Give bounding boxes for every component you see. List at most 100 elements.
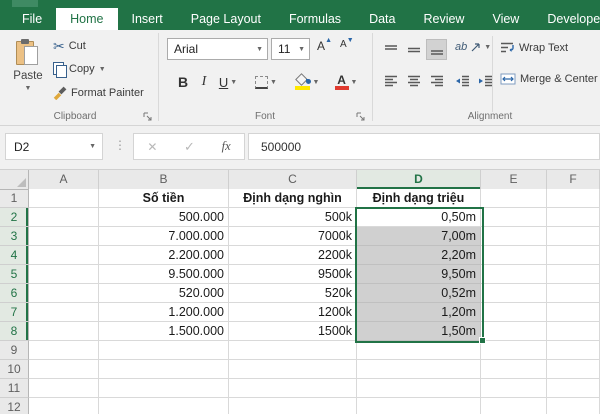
tab-developer[interactable]: Developer: [533, 8, 600, 30]
cell-B9[interactable]: [99, 341, 229, 360]
cell-C8[interactable]: 1500k: [229, 322, 357, 341]
tab-page-layout[interactable]: Page Layout: [177, 8, 275, 30]
cell-D4[interactable]: 2,20m: [357, 246, 481, 265]
cell-F10[interactable]: [547, 360, 600, 379]
font-name-dropdown-arrow[interactable]: ▼: [252, 46, 267, 53]
cell-E10[interactable]: [481, 360, 547, 379]
row-header-11[interactable]: 11: [0, 379, 29, 398]
cell-D9[interactable]: [357, 341, 481, 360]
cell-A3[interactable]: [29, 227, 99, 246]
borders-button[interactable]: ▼: [250, 70, 282, 94]
cell-B8[interactable]: 1.500.000: [99, 322, 229, 341]
cell-F4[interactable]: [547, 246, 600, 265]
cell-F7[interactable]: [547, 303, 600, 322]
row-header-5[interactable]: 5: [0, 265, 29, 284]
cell-A6[interactable]: [29, 284, 99, 303]
column-header-F[interactable]: F: [547, 170, 600, 190]
cell-E1[interactable]: [481, 189, 547, 208]
font-color-dropdown-arrow[interactable]: ▼: [351, 79, 358, 86]
increase-font-size-button[interactable]: A▲: [317, 39, 325, 53]
row-header-3[interactable]: 3: [0, 227, 29, 246]
cell-B1[interactable]: Số tiền: [99, 189, 229, 208]
cell-D2[interactable]: 0,50m: [357, 208, 481, 227]
insert-function-icon[interactable]: fx: [222, 139, 231, 154]
row-header-6[interactable]: 6: [0, 284, 29, 303]
cell-B5[interactable]: 9.500.000: [99, 265, 229, 284]
cell-E2[interactable]: [481, 208, 547, 227]
cell-E7[interactable]: [481, 303, 547, 322]
font-dialog-launcher[interactable]: [356, 112, 366, 122]
fill-color-button[interactable]: ▼: [290, 70, 324, 94]
cell-D7[interactable]: 1,20m: [357, 303, 481, 322]
cell-F6[interactable]: [547, 284, 600, 303]
column-header-A[interactable]: A: [29, 170, 99, 190]
enter-icon[interactable]: ✓: [184, 139, 195, 155]
merge-center-button[interactable]: Merge & Center ▼: [500, 73, 600, 85]
cell-E9[interactable]: [481, 341, 547, 360]
cell-C10[interactable]: [229, 360, 357, 379]
cell-F5[interactable]: [547, 265, 600, 284]
font-color-button[interactable]: A ▼: [330, 70, 362, 94]
column-header-C[interactable]: C: [229, 170, 357, 190]
cell-F2[interactable]: [547, 208, 600, 227]
cell-A7[interactable]: [29, 303, 99, 322]
cell-A12[interactable]: [29, 398, 99, 414]
tab-review[interactable]: Review: [409, 8, 478, 30]
align-top-button[interactable]: [380, 39, 401, 60]
cell-B4[interactable]: 2.200.000: [99, 246, 229, 265]
cell-F1[interactable]: [547, 189, 600, 208]
name-box[interactable]: D2 ▼: [5, 133, 103, 160]
cell-A8[interactable]: [29, 322, 99, 341]
cancel-icon[interactable]: ✕: [147, 140, 157, 154]
fill-color-dropdown-arrow[interactable]: ▼: [313, 79, 320, 86]
underline-dropdown-arrow[interactable]: ▼: [230, 79, 237, 86]
format-painter-button[interactable]: Format Painter: [53, 86, 144, 100]
wrap-text-button[interactable]: Wrap Text: [500, 41, 568, 54]
paste-dropdown-arrow[interactable]: ▼: [25, 85, 32, 92]
row-header-7[interactable]: 7: [0, 303, 29, 322]
cell-D3[interactable]: 7,00m: [357, 227, 481, 246]
cell-B10[interactable]: [99, 360, 229, 379]
cell-F12[interactable]: [547, 398, 600, 414]
cell-E5[interactable]: [481, 265, 547, 284]
tab-view[interactable]: View: [478, 8, 533, 30]
cell-E4[interactable]: [481, 246, 547, 265]
cell-B6[interactable]: 520.000: [99, 284, 229, 303]
align-bottom-button[interactable]: [426, 39, 447, 60]
row-header-12[interactable]: 12: [0, 398, 29, 414]
cell-E11[interactable]: [481, 379, 547, 398]
row-header-1[interactable]: 1: [0, 189, 29, 208]
cell-E3[interactable]: [481, 227, 547, 246]
tab-data[interactable]: Data: [355, 8, 409, 30]
cell-A4[interactable]: [29, 246, 99, 265]
cell-A1[interactable]: [29, 189, 99, 208]
borders-dropdown-arrow[interactable]: ▼: [270, 79, 277, 86]
align-middle-button[interactable]: [403, 39, 424, 60]
align-left-button[interactable]: [380, 71, 401, 92]
align-center-button[interactable]: [403, 71, 424, 92]
row-header-10[interactable]: 10: [0, 360, 29, 379]
cell-C9[interactable]: [229, 341, 357, 360]
cell-A11[interactable]: [29, 379, 99, 398]
bold-button[interactable]: B: [174, 70, 192, 94]
cell-C11[interactable]: [229, 379, 357, 398]
cell-A2[interactable]: [29, 208, 99, 227]
select-all-corner[interactable]: [0, 170, 29, 190]
column-header-D[interactable]: D: [357, 170, 481, 190]
tab-file[interactable]: File: [8, 8, 56, 30]
cell-D8[interactable]: 1,50m: [357, 322, 481, 341]
cell-D5[interactable]: 9,50m: [357, 265, 481, 284]
paste-button[interactable]: Paste ▼: [6, 35, 50, 119]
tab-formulas[interactable]: Formulas: [275, 8, 355, 30]
decrease-indent-button[interactable]: [452, 71, 473, 92]
tab-insert[interactable]: Insert: [118, 8, 177, 30]
cell-D10[interactable]: [357, 360, 481, 379]
cell-C4[interactable]: 2200k: [229, 246, 357, 265]
cell-E12[interactable]: [481, 398, 547, 414]
cell-C6[interactable]: 520k: [229, 284, 357, 303]
copy-dropdown-arrow[interactable]: ▼: [99, 66, 106, 73]
cell-B3[interactable]: 7.000.000: [99, 227, 229, 246]
cell-D6[interactable]: 0,52m: [357, 284, 481, 303]
font-size-dropdown-arrow[interactable]: ▼: [294, 46, 309, 53]
cell-A10[interactable]: [29, 360, 99, 379]
